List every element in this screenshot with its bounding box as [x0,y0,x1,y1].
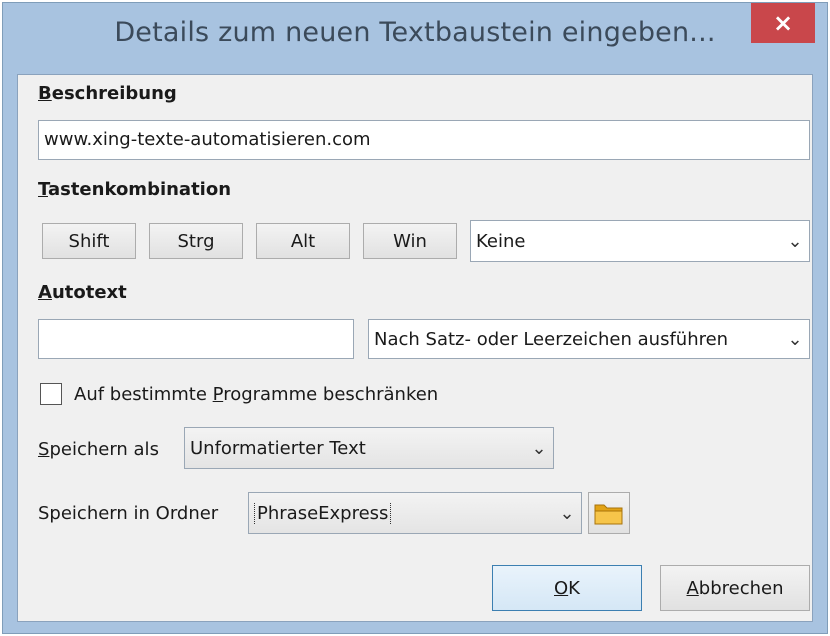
ok-button[interactable]: OK [492,565,642,611]
alt-button[interactable]: Alt [256,223,350,259]
dialog-body: Beschreibung www.xing-texte-automatisier… [17,74,813,622]
autotext-label: Autotext [38,282,127,303]
restrict-programs-checkbox[interactable] [40,383,62,405]
folder-select-value: PhraseExpress [254,502,392,524]
key-select[interactable]: Keine ⌄ [470,220,810,262]
speichern-in-ordner-label: Speichern in Ordner [38,503,219,524]
format-select-value: Unformatierter Text [190,437,366,459]
dialog-title: Details zum neuen Textbaustein eingeben.… [114,17,716,48]
close-button[interactable]: × [751,3,815,43]
dialog-window: Details zum neuen Textbaustein eingeben.… [2,2,828,634]
cancel-button[interactable]: Abbrechen [660,565,810,611]
close-icon: × [772,9,794,37]
chevron-down-icon: ⌄ [559,502,575,524]
strg-button[interactable]: Strg [149,223,243,259]
chevron-down-icon: ⌄ [531,437,547,459]
win-button[interactable]: Win [363,223,457,259]
folder-icon [594,504,623,525]
title-bar[interactable]: Details zum neuen Textbaustein eingeben.… [3,3,827,75]
autotext-input[interactable] [38,319,354,359]
autotext-mode-select[interactable]: Nach Satz- oder Leerzeichen ausführen ⌄ [368,319,810,359]
format-select[interactable]: Unformatierter Text ⌄ [184,427,554,469]
shift-button[interactable]: Shift [42,223,136,259]
chevron-down-icon: ⌄ [787,230,803,252]
autotext-mode-value: Nach Satz- oder Leerzeichen ausführen [374,328,729,350]
beschreibung-input[interactable]: www.xing-texte-automatisieren.com [38,120,810,160]
key-select-value: Keine [476,230,526,252]
beschreibung-label: Beschreibung [38,83,177,104]
tastenkombination-label: Tastenkombination [38,179,232,200]
restrict-programs-label[interactable]: Auf bestimmte Programme beschränken [74,384,438,405]
browse-folder-button[interactable] [588,492,630,534]
folder-select[interactable]: PhraseExpress ⌄ [248,492,582,534]
speichern-als-label: Speichern als [38,439,159,460]
chevron-down-icon: ⌄ [787,328,803,350]
